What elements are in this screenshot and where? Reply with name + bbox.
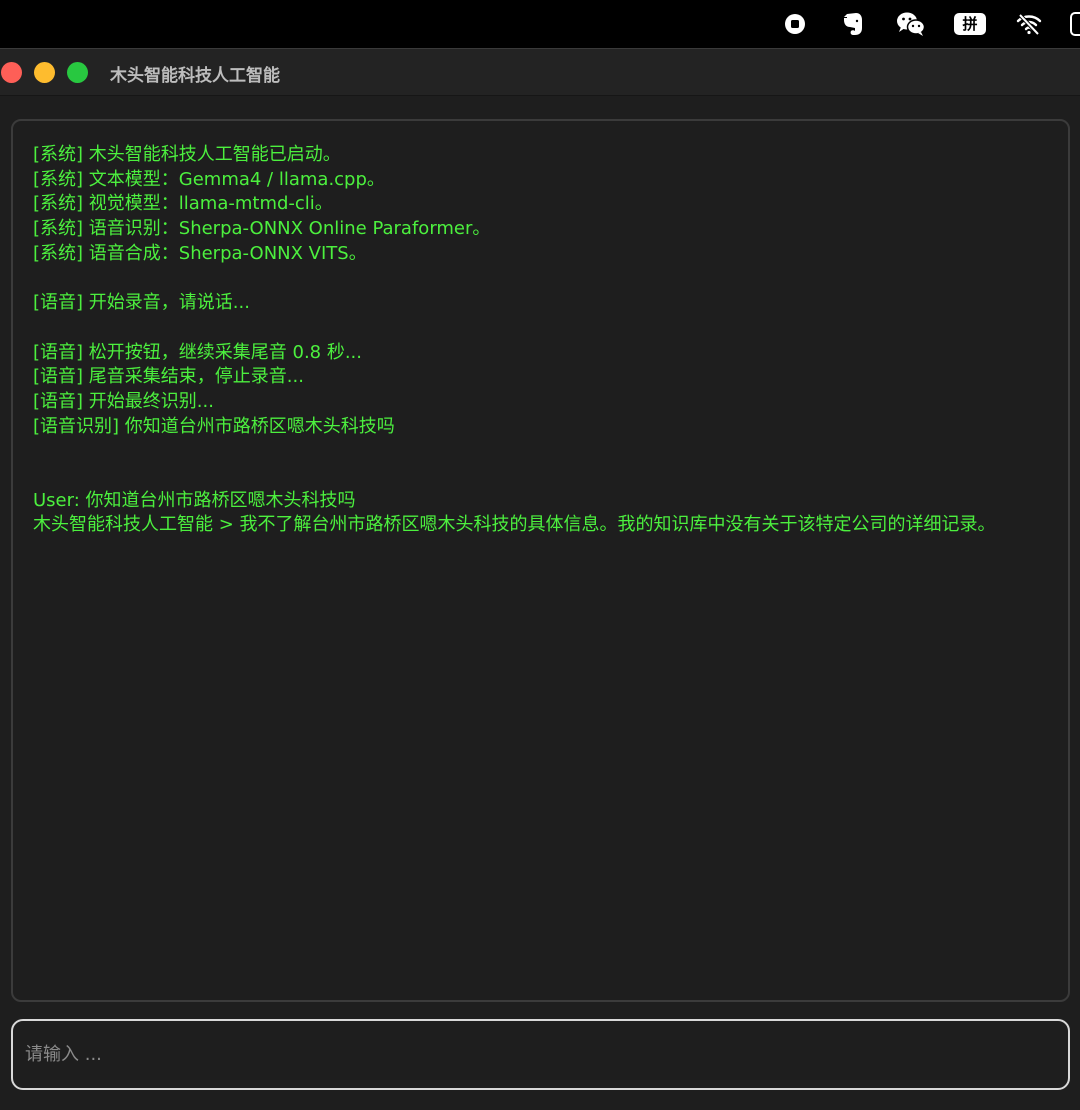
message-input-box[interactable]: [11, 1019, 1070, 1090]
input-method-label: 拼: [962, 15, 978, 33]
log-line: [系统] 文本模型：Gemma4 / llama.cpp。: [33, 168, 385, 190]
log-line-blank: [33, 316, 1048, 341]
log-line: [语音识别] 你知道台州市路桥区嗯木头科技吗: [33, 415, 395, 437]
window-title: 木头智能科技人工智能: [110, 66, 280, 86]
log-line: [语音] 开始录音，请说话...: [33, 292, 250, 314]
input-method-icon[interactable]: 拼: [954, 9, 986, 39]
assistant-message: 木头智能科技人工智能 > 我不了解台州市路桥区嗯木头科技的具体信息。我的知识库中…: [33, 514, 996, 536]
app-window: 木头智能科技人工智能 [系统] 木头智能科技人工智能已启动。 [系统] 文本模型…: [0, 48, 1080, 1110]
log-line: [语音] 松开按钮，继续采集尾音 0.8 秒...: [33, 341, 362, 363]
user-message: User: 你知道台州市路桥区嗯木头科技吗: [33, 489, 356, 511]
log-line: [语音] 尾音采集结束，停止录音...: [33, 366, 304, 388]
close-window-button[interactable]: [1, 62, 22, 83]
minimize-window-button[interactable]: [34, 62, 55, 83]
menu-bar-status-icons: 拼: [752, 0, 1080, 48]
chat-output-panel[interactable]: [系统] 木头智能科技人工智能已启动。 [系统] 文本模型：Gemma4 / l…: [11, 119, 1070, 1002]
log-line-blank: [33, 267, 1048, 292]
battery-icon[interactable]: [1070, 12, 1080, 36]
log-line: [系统] 语音合成：Sherpa-ONNX VITS。: [33, 242, 367, 264]
log-line: [语音] 开始最终识别...: [33, 391, 214, 412]
log-line-blank: [33, 439, 1048, 464]
maximize-window-button[interactable]: [67, 62, 88, 83]
log-lines: [系统] 木头智能科技人工智能已启动。 [系统] 文本模型：Gemma4 / l…: [33, 143, 1048, 538]
menu-bar: 拼: [0, 0, 1080, 48]
message-input[interactable]: [13, 1021, 1068, 1088]
log-line: [系统] 木头智能科技人工智能已启动。: [33, 144, 341, 165]
wechat-icon[interactable]: [896, 9, 926, 39]
evernote-icon[interactable]: [838, 9, 868, 39]
stop-record-icon[interactable]: [780, 9, 810, 39]
log-line: [系统] 语音识别：Sherpa-ONNX Online Paraformer。: [33, 218, 491, 240]
log-line-blank: [33, 464, 1048, 489]
title-bar: 木头智能科技人工智能: [0, 49, 1080, 96]
log-line: [系统] 视觉模型：llama-mtmd-cli。: [33, 193, 333, 215]
wifi-off-icon[interactable]: [1014, 9, 1044, 39]
